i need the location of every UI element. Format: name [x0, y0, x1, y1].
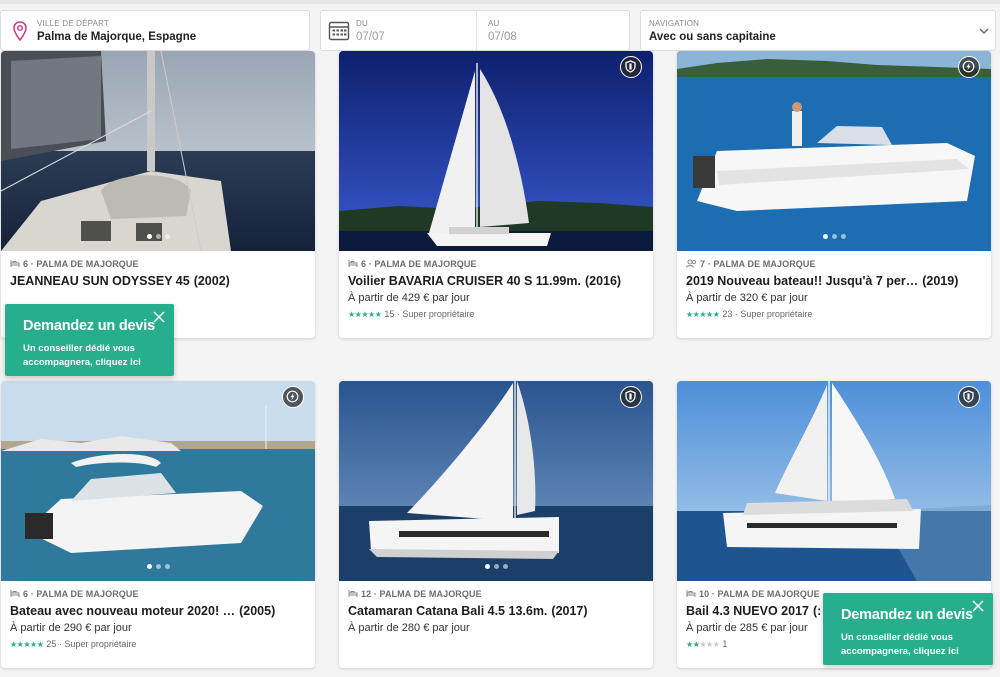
quote-request-banner[interactable]: Demandez un devis Un conseiller dédié vo…: [823, 593, 993, 665]
lightning-icon: [958, 56, 980, 78]
listing-card[interactable]: 6 · PALMA DE MAJORQUE Voilier BAVARIA CR…: [339, 51, 653, 338]
listing-meta: 6 · PALMA DE MAJORQUE: [348, 259, 644, 269]
shield-icon: [958, 386, 980, 408]
listing-card[interactable]: 6 · PALMA DE MAJORQUE Bateau avec nouvea…: [1, 381, 315, 668]
listing-title[interactable]: Catamaran Catana Bali 4.5 13.6m. (2017): [348, 604, 644, 618]
listing-rating: ★★★★★ 15 · Super propriétaire: [348, 309, 475, 319]
bed-icon: [348, 590, 358, 597]
departure-city-field[interactable]: VILLE DE DÉPART Palma de Majorque, Espag…: [0, 10, 310, 51]
bed-icon: [686, 590, 696, 597]
top-border: [0, 0, 1000, 4]
listing-price: À partir de 320 € par jour: [686, 292, 808, 304]
star-rating: ★★★★★: [348, 310, 382, 319]
listing-card[interactable]: 6 · PALMA DE MAJORQUE JEANNEAU SUN ODYSS…: [1, 51, 315, 338]
date-to-placeholder: 07/08: [488, 31, 517, 43]
carousel-dots[interactable]: [339, 556, 653, 574]
listing-card[interactable]: 7 · PALMA DE MAJORQUE 2019 Nouveau batea…: [677, 51, 991, 338]
listing-price: À partir de 429 € par jour: [348, 292, 470, 304]
carousel-dots[interactable]: [1, 556, 315, 574]
date-to[interactable]: AU 07/08: [477, 11, 629, 50]
quote-subtitle: Un conseiller dédié vous accompagnera, c…: [23, 343, 141, 368]
listing-card[interactable]: 12 · PALMA DE MAJORQUE Catamaran Catana …: [339, 381, 653, 668]
listing-rating: ★★★★★ 23 · Super propriétaire: [686, 309, 813, 319]
quote-title: Demandez un devis: [841, 607, 973, 623]
departure-value: Palma de Majorque, Espagne: [37, 31, 197, 43]
calendar-icon: [328, 21, 350, 41]
shield-icon: [620, 56, 642, 78]
navigation-label: NAVIGATION: [649, 19, 700, 28]
people-icon: [686, 259, 697, 268]
date-to-label: AU: [488, 19, 500, 28]
chevron-down-icon: [979, 28, 989, 34]
listing-photo[interactable]: [1, 51, 315, 251]
bed-icon: [348, 260, 358, 267]
close-icon[interactable]: [152, 310, 166, 324]
bed-icon: [10, 590, 20, 597]
date-from-label: DU: [356, 19, 368, 28]
quote-subtitle: Un conseiller dédié vous accompagnera, c…: [841, 632, 959, 657]
listing-price: À partir de 280 € par jour: [348, 622, 470, 634]
navigation-value: Avec ou sans capitaine: [649, 31, 776, 43]
navigation-select[interactable]: NAVIGATION Avec ou sans capitaine: [640, 10, 996, 51]
listing-rating: ★★★★★ 25 · Super propriétaire: [10, 639, 137, 649]
listing-photo[interactable]: [677, 51, 991, 251]
star-rating: ★★★★★: [686, 310, 720, 319]
date-from[interactable]: DU 07/07: [351, 11, 476, 50]
quote-request-banner[interactable]: Demandez un devis Un conseiller dédié vo…: [5, 304, 174, 376]
page: VILLE DE DÉPART Palma de Majorque, Espag…: [0, 0, 1000, 677]
departure-label: VILLE DE DÉPART: [37, 19, 110, 28]
listing-meta: 7 · PALMA DE MAJORQUE: [686, 259, 982, 269]
carousel-dots[interactable]: [1, 226, 315, 244]
listing-title[interactable]: JEANNEAU SUN ODYSSEY 45 (2002): [10, 274, 306, 288]
listing-meta: 6 · PALMA DE MAJORQUE: [10, 259, 306, 269]
map-pin-icon: [13, 21, 27, 41]
star-rating: ★★★★★: [10, 640, 44, 649]
listing-photo[interactable]: [1, 381, 315, 581]
carousel-dots[interactable]: [677, 226, 991, 244]
quote-title: Demandez un devis: [23, 318, 155, 334]
close-icon[interactable]: [971, 599, 985, 613]
bed-icon: [10, 260, 20, 267]
star-rating: ★★★★★: [686, 640, 720, 649]
listing-photo[interactable]: [339, 51, 653, 251]
listing-title[interactable]: 2019 Nouveau bateau!! Jusqu'à 7 per… (201…: [686, 274, 982, 288]
listing-photo[interactable]: [677, 381, 991, 581]
listing-photo[interactable]: [339, 381, 653, 581]
listing-price: À partir de 290 € par jour: [10, 622, 132, 634]
lightning-icon: [282, 386, 304, 408]
date-from-placeholder: 07/07: [356, 31, 385, 43]
listing-meta: 12 · PALMA DE MAJORQUE: [348, 589, 644, 599]
listing-meta: 6 · PALMA DE MAJORQUE: [10, 589, 306, 599]
listing-title[interactable]: Bateau avec nouveau moteur 2020! … (2005): [10, 604, 306, 618]
listing-title[interactable]: Voilier BAVARIA CRUISER 40 S 11.99m. (201…: [348, 274, 644, 288]
dates-field: DU 07/07 AU 07/08: [320, 10, 630, 51]
shield-icon: [620, 386, 642, 408]
